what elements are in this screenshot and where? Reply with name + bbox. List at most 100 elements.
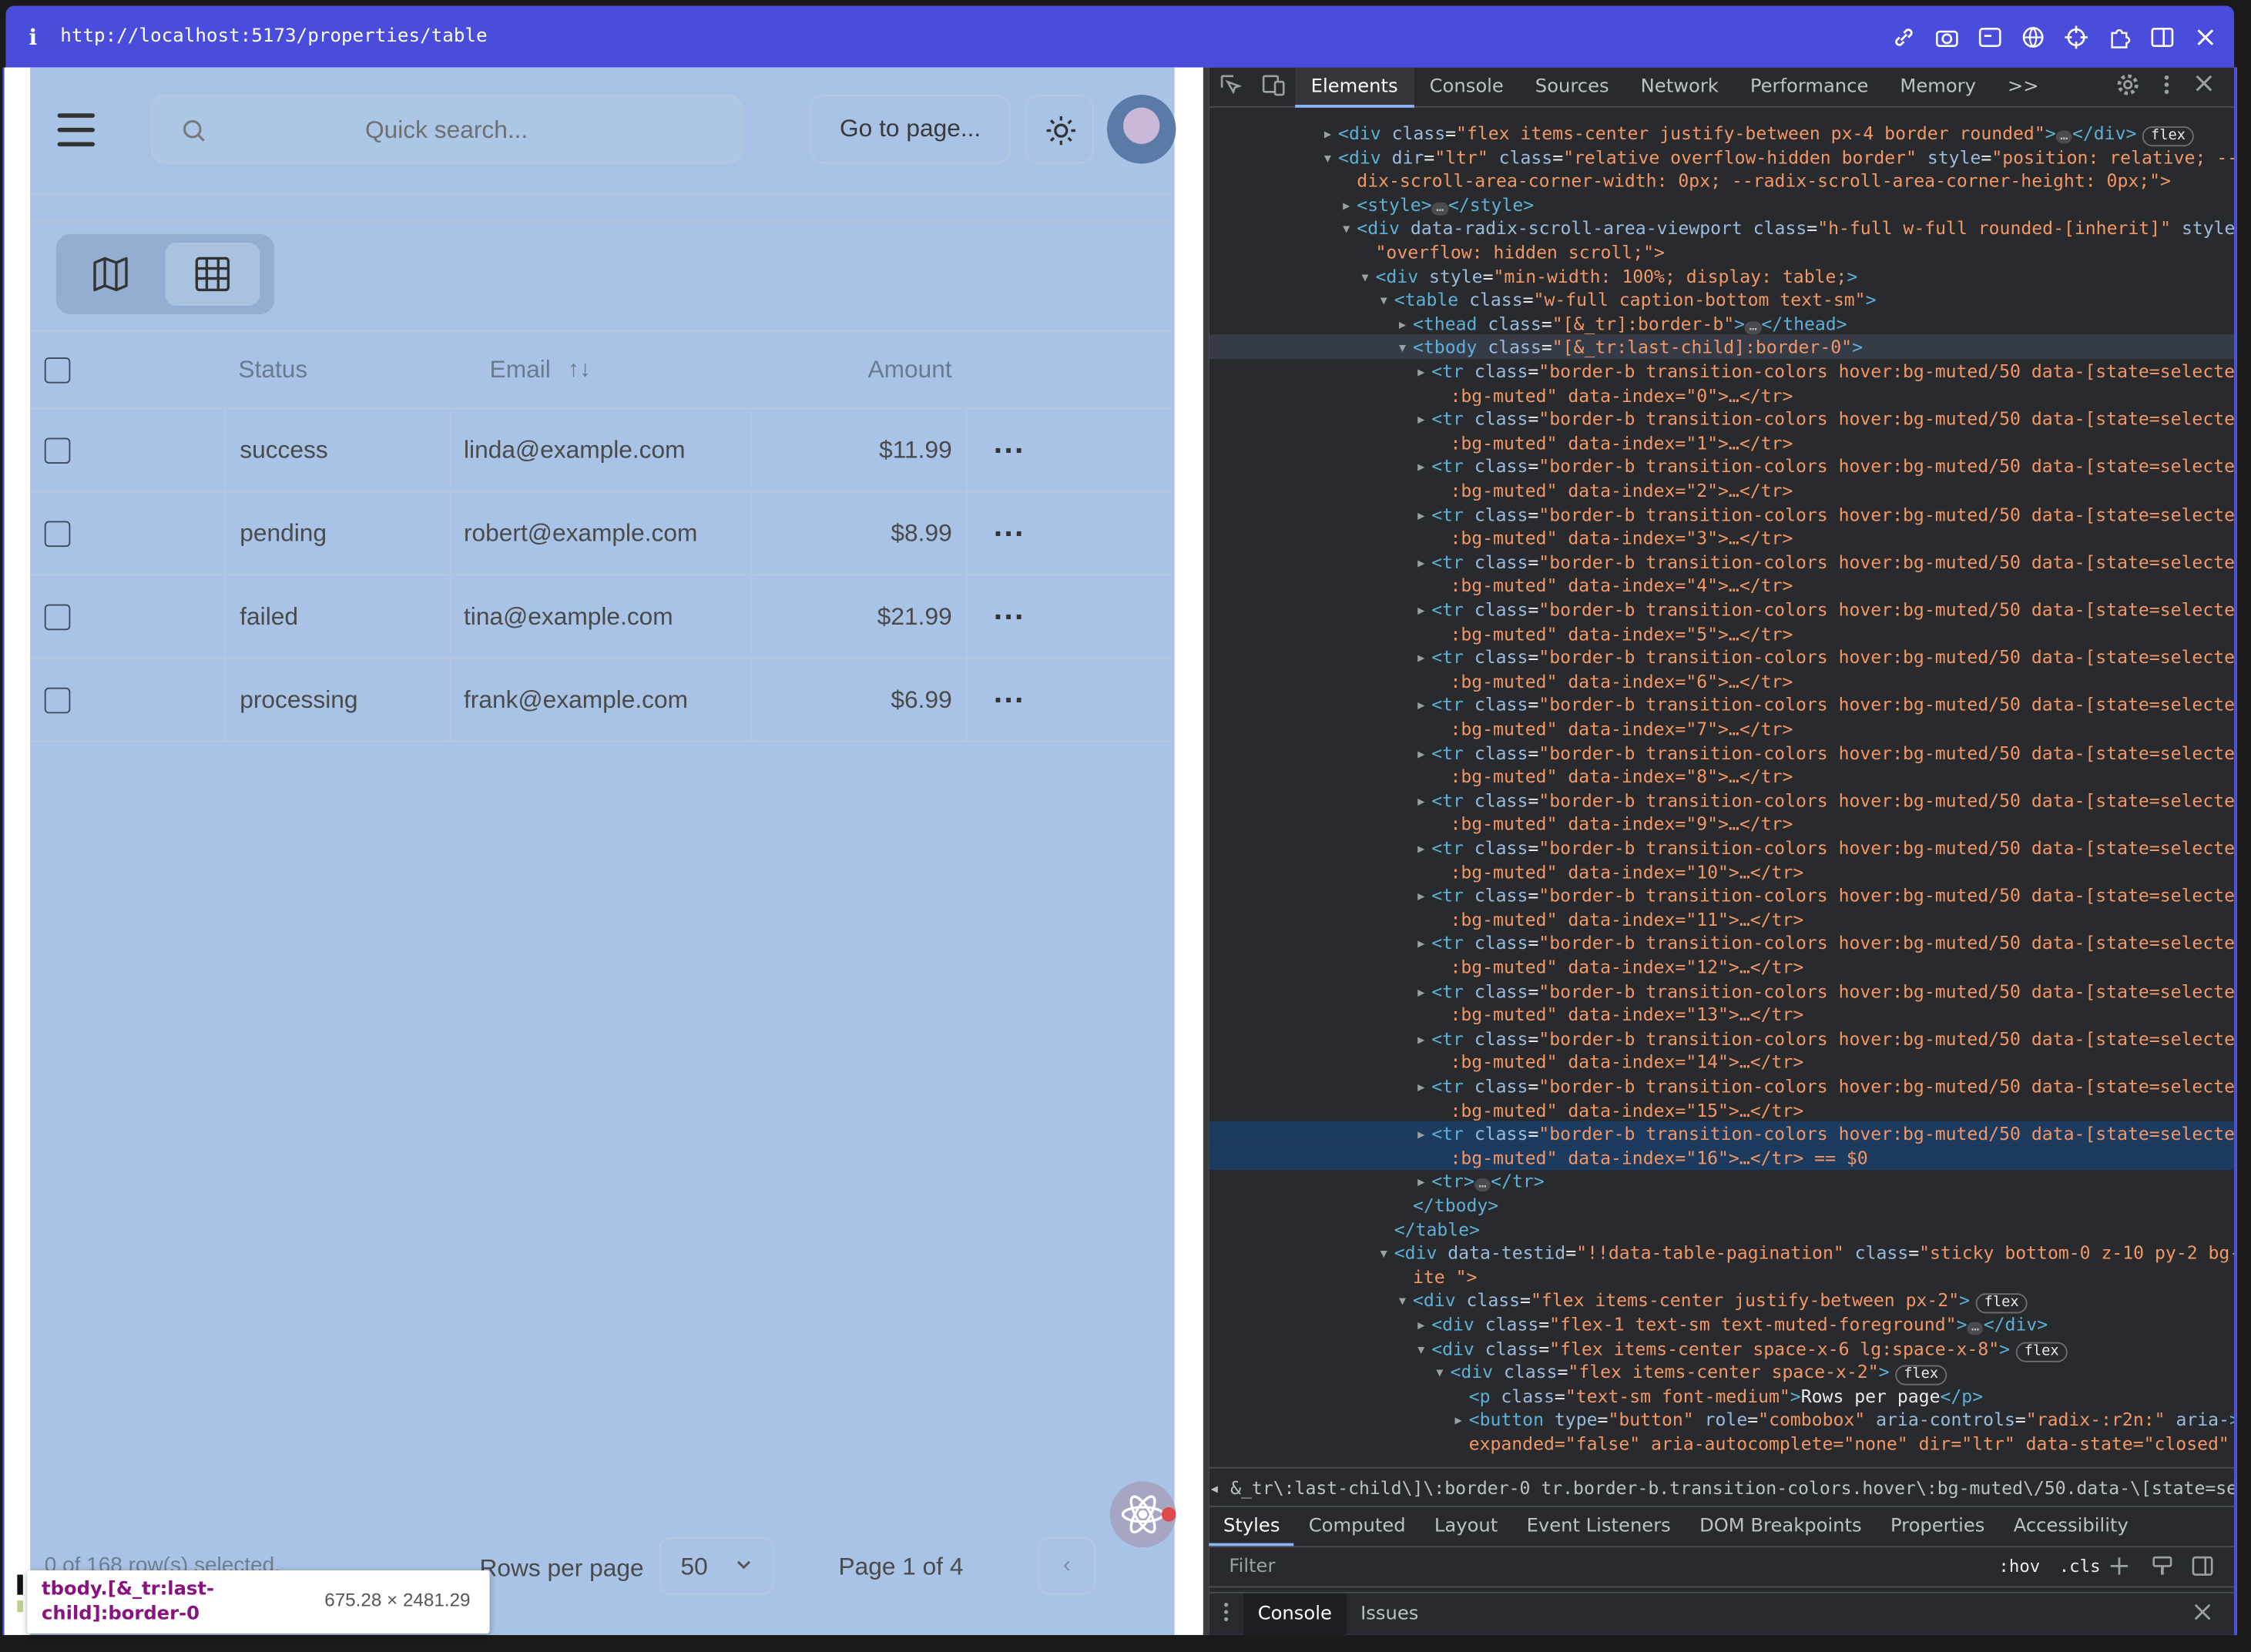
dom-node-line[interactable]: :bg-muted" data-index="7">…</tr> <box>1209 716 2234 741</box>
collapse-arrow-icon[interactable]: ▾ <box>1397 1288 1407 1313</box>
dom-node-line[interactable]: ▸ <thead class="[&_tr]:border-b">… </thead… <box>1209 311 2234 336</box>
dom-node-line[interactable]: ▸ <tr class="border-b transition-colors h… <box>1209 597 2234 622</box>
dom-node-line[interactable]: ▾ <tbody class="[&_tr:last-child]:border-… <box>1209 334 2235 360</box>
dom-node-line[interactable]: :bg-muted" data-index="5">…</tr> <box>1209 621 2234 645</box>
extension-icon[interactable] <box>2108 25 2131 49</box>
dom-node-line[interactable]: expanded="false" aria-autocomplete="none… <box>1209 1431 2234 1456</box>
dom-node-line[interactable]: ▾ <div dir="ltr" class="relative overflow… <box>1209 144 2235 169</box>
expand-arrow-icon[interactable]: ▸ <box>1416 740 1427 765</box>
table-row[interactable]: success linda@example.com $11.99 ··· <box>30 409 1175 493</box>
row-actions-button[interactable]: ··· <box>994 434 1025 465</box>
go-to-page-button[interactable]: Go to page... <box>810 95 1011 164</box>
flex-badge[interactable]: flex <box>1975 1294 2028 1315</box>
device-toolbar-icon[interactable] <box>1252 72 1295 101</box>
dom-node-line[interactable]: :bg-muted" data-index="16">…</tr> == $0 <box>1209 1144 2235 1170</box>
expand-arrow-icon[interactable]: ▸ <box>1416 549 1427 574</box>
drawer-tab-console[interactable]: Console <box>1243 1592 1347 1636</box>
gear-icon[interactable] <box>2116 72 2139 101</box>
tab-accessibility[interactable]: Accessibility <box>1999 1507 2142 1546</box>
dom-node-line[interactable]: ▸ <style>… </style> <box>1209 192 2234 216</box>
select-all-checkbox[interactable] <box>44 357 71 383</box>
row-actions-button[interactable]: ··· <box>994 517 1025 548</box>
column-header-status[interactable]: Status <box>224 332 450 408</box>
expand-arrow-icon[interactable]: ▸ <box>1416 645 1427 669</box>
tab-properties[interactable]: Properties <box>1876 1507 1999 1546</box>
expand-arrow-icon[interactable]: ▸ <box>1453 1407 1464 1432</box>
expand-arrow-icon[interactable]: ▸ <box>1416 1121 1427 1146</box>
row-checkbox[interactable] <box>44 437 71 464</box>
table-row[interactable]: processing frank@example.com $6.99 ··· <box>30 658 1175 742</box>
dom-node-line[interactable]: :bg-muted" data-index="1">…</tr> <box>1209 431 2234 455</box>
dom-node-line[interactable]: ▸ <button type="button" role="combobox" a… <box>1209 1407 2234 1432</box>
dom-node-line[interactable]: ▾ <div data-radix-scroll-area-viewport cl… <box>1209 216 2234 240</box>
dom-node-line[interactable]: :bg-muted" data-index="10">…</tr> <box>1209 860 2234 884</box>
drawer-tab-issues[interactable]: Issues <box>1347 1593 1434 1636</box>
expand-arrow-icon[interactable]: ▸ <box>1416 407 1427 431</box>
flex-badge[interactable]: flex <box>2142 126 2195 147</box>
expand-arrow-icon[interactable]: ▸ <box>1416 836 1427 860</box>
dom-node-line[interactable]: :bg-muted" data-index="0">…</tr> <box>1209 383 2234 407</box>
add-rule-icon[interactable] <box>2108 1554 2131 1583</box>
dom-node-line[interactable]: ▸ <tr class="border-b transition-colors h… <box>1209 978 2234 1003</box>
avatar[interactable] <box>1106 95 1176 164</box>
collapse-arrow-icon[interactable]: ▾ <box>1323 144 1333 169</box>
dom-node-line[interactable]: ▾ <table class="w-full caption-bottom tex… <box>1209 287 2234 312</box>
tab-styles[interactable]: Styles <box>1209 1507 1295 1546</box>
ellipsis-badge[interactable]: … <box>1474 1178 1491 1192</box>
dom-node-line[interactable]: ▸ <tr class="border-b transition-colors h… <box>1209 454 2234 479</box>
dom-node-line[interactable]: ▾ <div style="min-width: 100%; display: t… <box>1209 263 2234 288</box>
filter-input[interactable]: Filter <box>1229 1556 1275 1577</box>
dom-node-line[interactable]: </tbody> <box>1209 1193 2234 1218</box>
tab-console[interactable]: Console <box>1414 67 1519 107</box>
dom-node-line[interactable]: ▸ <tr class="border-b transition-colors h… <box>1209 1026 2234 1051</box>
expand-arrow-icon[interactable]: ▸ <box>1416 454 1427 479</box>
map-view-button[interactable] <box>65 243 156 306</box>
table-row[interactable]: pending robert@example.com $8.99 ··· <box>30 492 1175 576</box>
ellipsis-badge[interactable]: … <box>1745 320 1762 334</box>
tab-dom-breakpoints[interactable]: DOM Breakpoints <box>1685 1507 1876 1546</box>
expand-arrow-icon[interactable]: ▸ <box>1397 311 1407 336</box>
dom-node-line[interactable]: ▾ <div class="flex items-center justify-b… <box>1209 1288 2234 1315</box>
kebab-menu-icon[interactable] <box>2162 72 2171 101</box>
dom-node-line[interactable]: :bg-muted" data-index="14">…</tr> <box>1209 1050 2234 1074</box>
dom-node-line[interactable]: :bg-muted" data-index="8">…</tr> <box>1209 764 2234 789</box>
flex-badge[interactable]: flex <box>1895 1365 1947 1386</box>
dom-node-line[interactable]: :bg-muted" data-index="6">…</tr> <box>1209 669 2234 693</box>
hov-toggle[interactable]: :hov <box>1998 1556 2040 1576</box>
rows-per-page-select[interactable]: 50 <box>659 1537 774 1595</box>
dom-node-line[interactable]: ite "> <box>1209 1265 2234 1289</box>
dom-node-line[interactable]: ▸ <tr class="border-b transition-colors h… <box>1209 502 2234 527</box>
row-checkbox[interactable] <box>44 520 71 547</box>
sidebar-toggle-icon[interactable] <box>2191 1554 2214 1583</box>
dom-node-line[interactable]: ▸ <tr>… </tr> <box>1209 1169 2234 1194</box>
dom-node-line[interactable]: </table> <box>1209 1217 2234 1242</box>
dom-node-line[interactable]: ▸ <tr class="border-b transition-colors h… <box>1209 407 2234 431</box>
dom-node-line[interactable]: dix-scroll-area-corner-width: 0px; --rad… <box>1209 168 2234 193</box>
ellipsis-badge[interactable]: … <box>2055 130 2072 144</box>
tab-performance[interactable]: Performance <box>1734 67 1884 107</box>
url-text[interactable]: http://localhost:5173/properties/table <box>60 26 487 48</box>
tab-layout[interactable]: Layout <box>1420 1507 1512 1546</box>
expand-arrow-icon[interactable]: ▸ <box>1341 192 1352 216</box>
row-checkbox[interactable] <box>44 603 71 630</box>
dom-node-line[interactable]: ▸ <tr class="border-b transition-colors h… <box>1209 788 2234 813</box>
link-icon[interactable] <box>1892 25 1915 49</box>
dom-node-line[interactable]: :bg-muted" data-index="9">…</tr> <box>1209 812 2234 836</box>
crosshair-icon[interactable] <box>2065 25 2088 49</box>
dom-node-line[interactable]: ▸ <tr class="border-b transition-colors h… <box>1209 645 2234 669</box>
row-checkbox[interactable] <box>44 686 71 713</box>
collapse-arrow-icon[interactable]: ▾ <box>1360 263 1370 288</box>
ellipsis-badge[interactable]: … <box>1967 1322 1984 1335</box>
dom-node-line[interactable]: ▸ <tr class="border-b transition-colors h… <box>1209 883 2234 908</box>
devtools-logo-icon[interactable] <box>1109 1481 1176 1548</box>
paint-icon[interactable] <box>2151 1554 2174 1583</box>
dom-node-line[interactable]: ▸ <tr class="border-b transition-colors h… <box>1209 836 2234 860</box>
dom-breadcrumb[interactable]: ◂ &_tr\:last-child\]\:border-0 tr.border… <box>1209 1466 2235 1507</box>
dom-node-line[interactable]: ▸ <div class="flex items-center justify-b… <box>1209 121 2234 147</box>
dom-node-line[interactable]: :bg-muted" data-index="4">…</tr> <box>1209 573 2234 598</box>
drawer-menu-icon[interactable] <box>1209 1601 1243 1627</box>
globe-icon[interactable] <box>2021 25 2045 49</box>
row-actions-button[interactable]: ··· <box>994 683 1025 715</box>
dom-node-line[interactable]: :bg-muted" data-index="11">…</tr> <box>1209 907 2234 932</box>
close-icon[interactable] <box>2194 25 2217 49</box>
